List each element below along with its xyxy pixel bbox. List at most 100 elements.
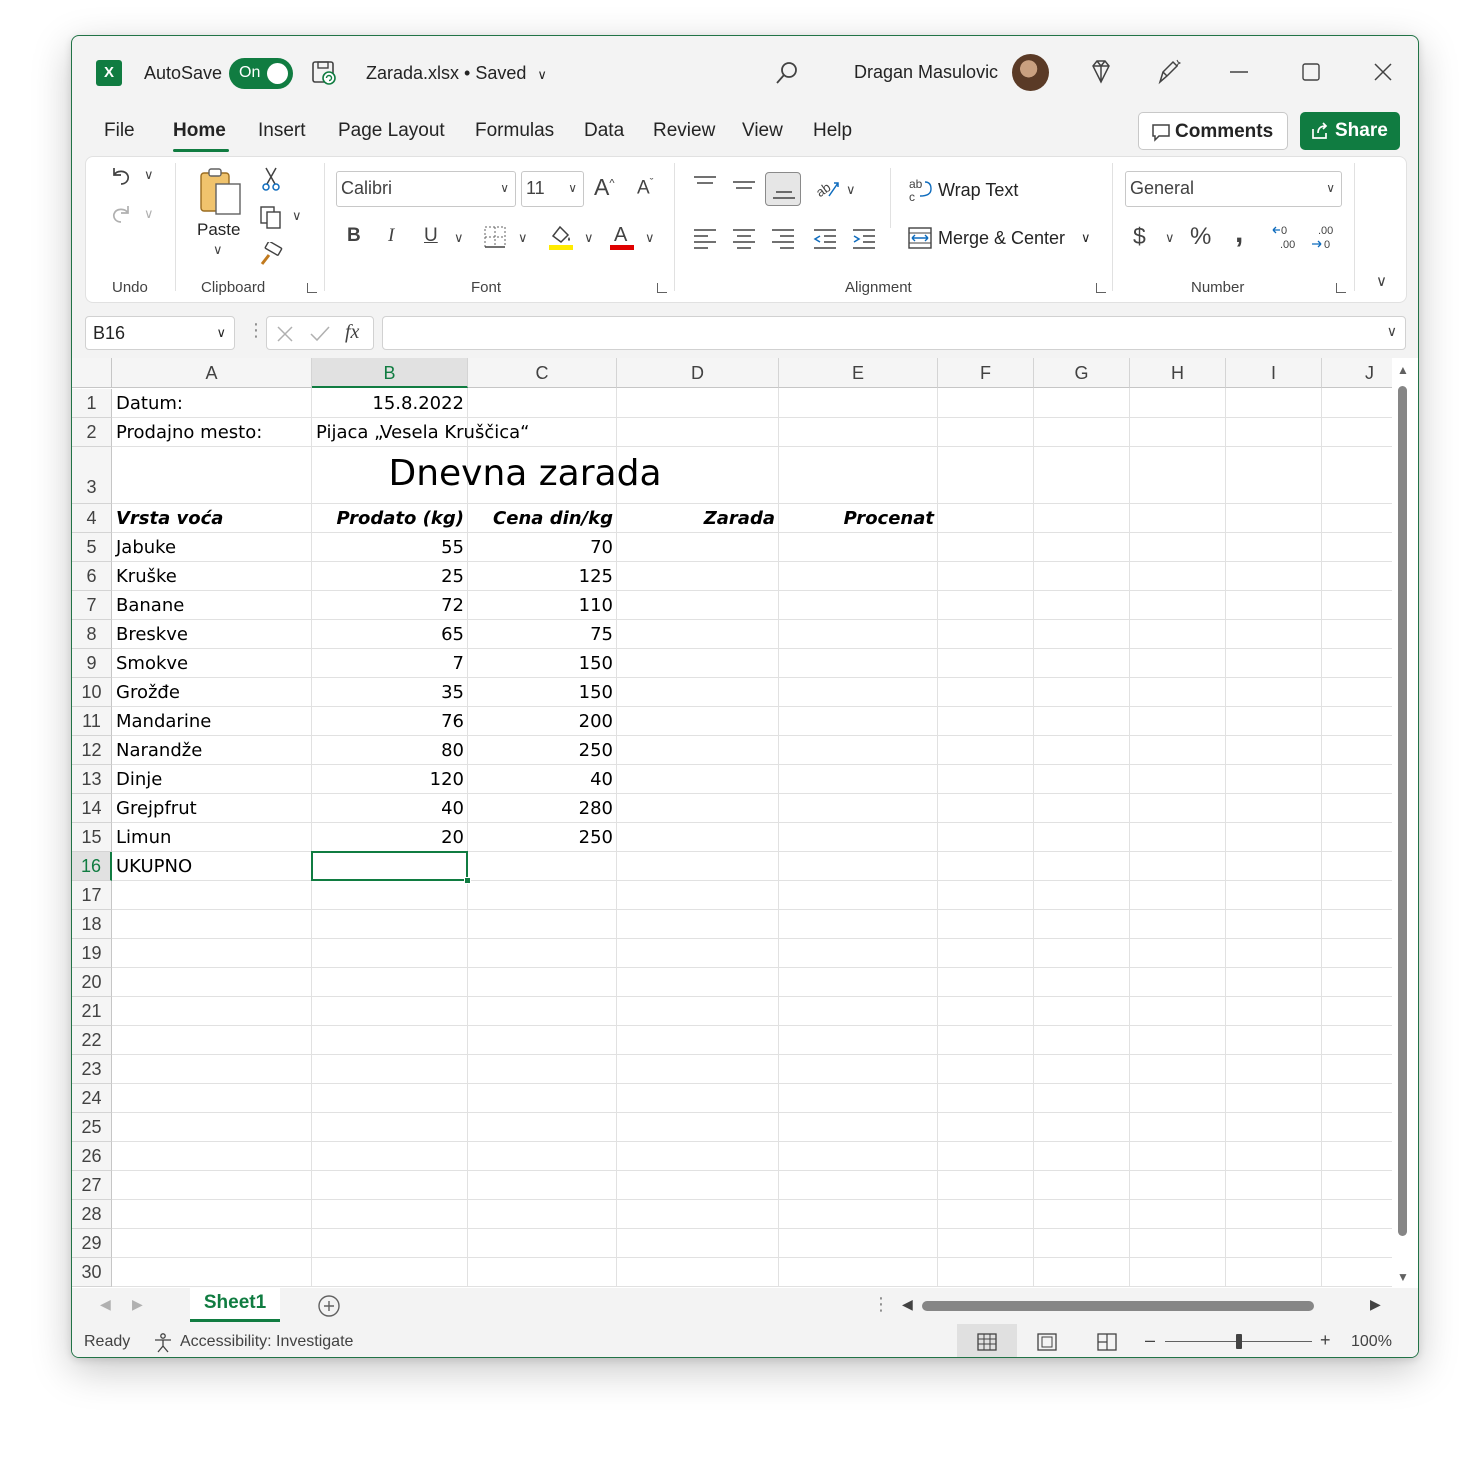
diamond-icon[interactable] xyxy=(1087,58,1115,86)
row-header-19[interactable]: 19 xyxy=(72,939,112,968)
zoom-slider-thumb[interactable] xyxy=(1235,1334,1242,1349)
zoom-slider[interactable] xyxy=(1165,1334,1312,1349)
number-launcher-icon[interactable] xyxy=(1336,283,1346,293)
row-header-29[interactable]: 29 xyxy=(72,1229,112,1258)
tab-formulas[interactable]: Formulas xyxy=(475,120,554,142)
align-left-icon[interactable] xyxy=(692,226,718,250)
row-header-12[interactable]: 12 xyxy=(72,736,112,765)
sheet-tab[interactable]: Sheet1 xyxy=(190,1288,280,1322)
more-options-icon[interactable]: ⋮ xyxy=(247,320,265,341)
row-header-17[interactable]: 17 xyxy=(72,881,112,910)
close-icon[interactable] xyxy=(1372,58,1394,86)
underline-button[interactable]: U xyxy=(424,225,438,247)
scroll-right-icon[interactable]: ▶ xyxy=(1370,1296,1381,1313)
row-header-26[interactable]: 26 xyxy=(72,1142,112,1171)
row-header-27[interactable]: 27 xyxy=(72,1171,112,1200)
column-header-d[interactable]: D xyxy=(617,358,779,388)
chevron-down-icon[interactable]: ∨ xyxy=(454,230,464,246)
row-header-30[interactable]: 30 xyxy=(72,1258,112,1287)
ribbon-expand-chevron-icon[interactable]: ∨ xyxy=(1376,272,1387,290)
row-header-24[interactable]: 24 xyxy=(72,1084,112,1113)
decrease-decimal-icon[interactable]: .000 xyxy=(1310,222,1340,252)
font-size-select[interactable]: 11 ∨ xyxy=(521,171,584,207)
vertical-scroll-thumb[interactable] xyxy=(1398,386,1407,1236)
scroll-up-icon[interactable]: ▲ xyxy=(1397,363,1409,377)
scroll-left-icon[interactable]: ◀ xyxy=(902,1296,913,1313)
fill-handle[interactable] xyxy=(464,877,471,884)
comma-style-icon[interactable]: , xyxy=(1235,216,1243,250)
save-icon[interactable] xyxy=(310,59,338,87)
chevron-down-icon[interactable]: ∨ xyxy=(1165,230,1175,246)
autosave-toggle[interactable]: On xyxy=(229,58,293,89)
search-icon[interactable] xyxy=(774,60,800,86)
scrollbar-splitter-icon[interactable]: ⋮ xyxy=(872,1294,890,1315)
align-right-icon[interactable] xyxy=(770,226,796,250)
column-header-g[interactable]: G xyxy=(1034,358,1130,388)
row-header-22[interactable]: 22 xyxy=(72,1026,112,1055)
zoom-level[interactable]: 100% xyxy=(1351,1333,1392,1351)
percent-icon[interactable]: % xyxy=(1190,223,1211,251)
row-header-7[interactable]: 7 xyxy=(72,591,112,620)
page-break-view-icon[interactable] xyxy=(1096,1332,1118,1352)
orientation-icon[interactable]: ab xyxy=(813,174,841,202)
prev-sheet-icon[interactable]: ◀ xyxy=(100,1296,111,1313)
tab-file[interactable]: File xyxy=(104,120,135,142)
row-header-13[interactable]: 13 xyxy=(72,765,112,794)
page-layout-view-icon[interactable] xyxy=(1036,1332,1058,1352)
align-bottom-button[interactable] xyxy=(765,172,801,206)
tab-review[interactable]: Review xyxy=(653,120,715,142)
normal-view-button[interactable] xyxy=(957,1324,1017,1357)
row-header-3[interactable]: 3 xyxy=(72,447,112,504)
increase-decimal-icon[interactable]: 0.00 xyxy=(1271,222,1301,252)
column-header-f[interactable]: F xyxy=(938,358,1034,388)
chevron-down-icon[interactable]: ∨ xyxy=(584,230,594,246)
horizontal-scroll-thumb[interactable] xyxy=(922,1301,1314,1311)
italic-button[interactable]: I xyxy=(388,225,394,247)
row-header-5[interactable]: 5 xyxy=(72,533,112,562)
row-header-23[interactable]: 23 xyxy=(72,1055,112,1084)
row-header-4[interactable]: 4 xyxy=(72,504,112,533)
clipboard-launcher-icon[interactable] xyxy=(307,283,317,293)
redo-icon[interactable] xyxy=(108,202,134,228)
confirm-entry-icon[interactable] xyxy=(309,324,331,344)
file-name-menu[interactable]: Zarada.xlsx • Saved ∨ xyxy=(366,63,547,84)
row-header-9[interactable]: 9 xyxy=(72,649,112,678)
align-center-icon[interactable] xyxy=(731,226,757,250)
copy-icon[interactable] xyxy=(258,204,284,230)
column-header-j[interactable]: J xyxy=(1322,358,1392,388)
decrease-indent-icon[interactable] xyxy=(812,226,838,250)
minimize-icon[interactable] xyxy=(1228,58,1250,86)
chevron-down-icon[interactable]: ∨ xyxy=(292,208,302,224)
row-header-6[interactable]: 6 xyxy=(72,562,112,591)
decrease-font-size-icon[interactable]: Aˇ xyxy=(637,177,653,199)
chevron-down-icon[interactable]: ∨ xyxy=(518,230,528,246)
row-header-20[interactable]: 20 xyxy=(72,968,112,997)
font-name-select[interactable]: Calibri ∨ xyxy=(336,171,516,207)
row-header-2[interactable]: 2 xyxy=(72,418,112,447)
font-launcher-icon[interactable] xyxy=(657,283,667,293)
cut-icon[interactable] xyxy=(260,166,282,192)
tab-help[interactable]: Help xyxy=(813,120,852,142)
row-header-28[interactable]: 28 xyxy=(72,1200,112,1229)
chevron-down-icon[interactable]: ∨ xyxy=(144,167,154,183)
tab-page-layout[interactable]: Page Layout xyxy=(338,120,445,142)
formula-input[interactable]: ∨ xyxy=(382,316,1406,350)
column-header-c[interactable]: C xyxy=(468,358,617,388)
next-sheet-icon[interactable]: ▶ xyxy=(132,1296,143,1313)
borders-icon[interactable] xyxy=(482,224,508,250)
increase-font-size-icon[interactable]: A^ xyxy=(594,174,615,201)
tab-view[interactable]: View xyxy=(742,120,783,142)
tab-home[interactable]: Home xyxy=(173,120,226,142)
selected-cell-b16[interactable] xyxy=(311,851,468,881)
row-header-15[interactable]: 15 xyxy=(72,823,112,852)
paste-label[interactable]: Paste xyxy=(197,220,240,240)
chevron-down-icon[interactable]: ∨ xyxy=(213,242,223,258)
column-header-b[interactable]: B xyxy=(312,358,468,388)
select-all-corner[interactable] xyxy=(72,358,112,388)
vertical-scrollbar[interactable]: ▲ ▼ xyxy=(1392,358,1418,1288)
font-color-icon[interactable]: A xyxy=(608,222,636,252)
row-header-1[interactable]: 1 xyxy=(72,389,112,418)
row-header-25[interactable]: 25 xyxy=(72,1113,112,1142)
column-header-a[interactable]: A xyxy=(112,358,312,388)
align-middle-icon[interactable] xyxy=(731,176,757,198)
